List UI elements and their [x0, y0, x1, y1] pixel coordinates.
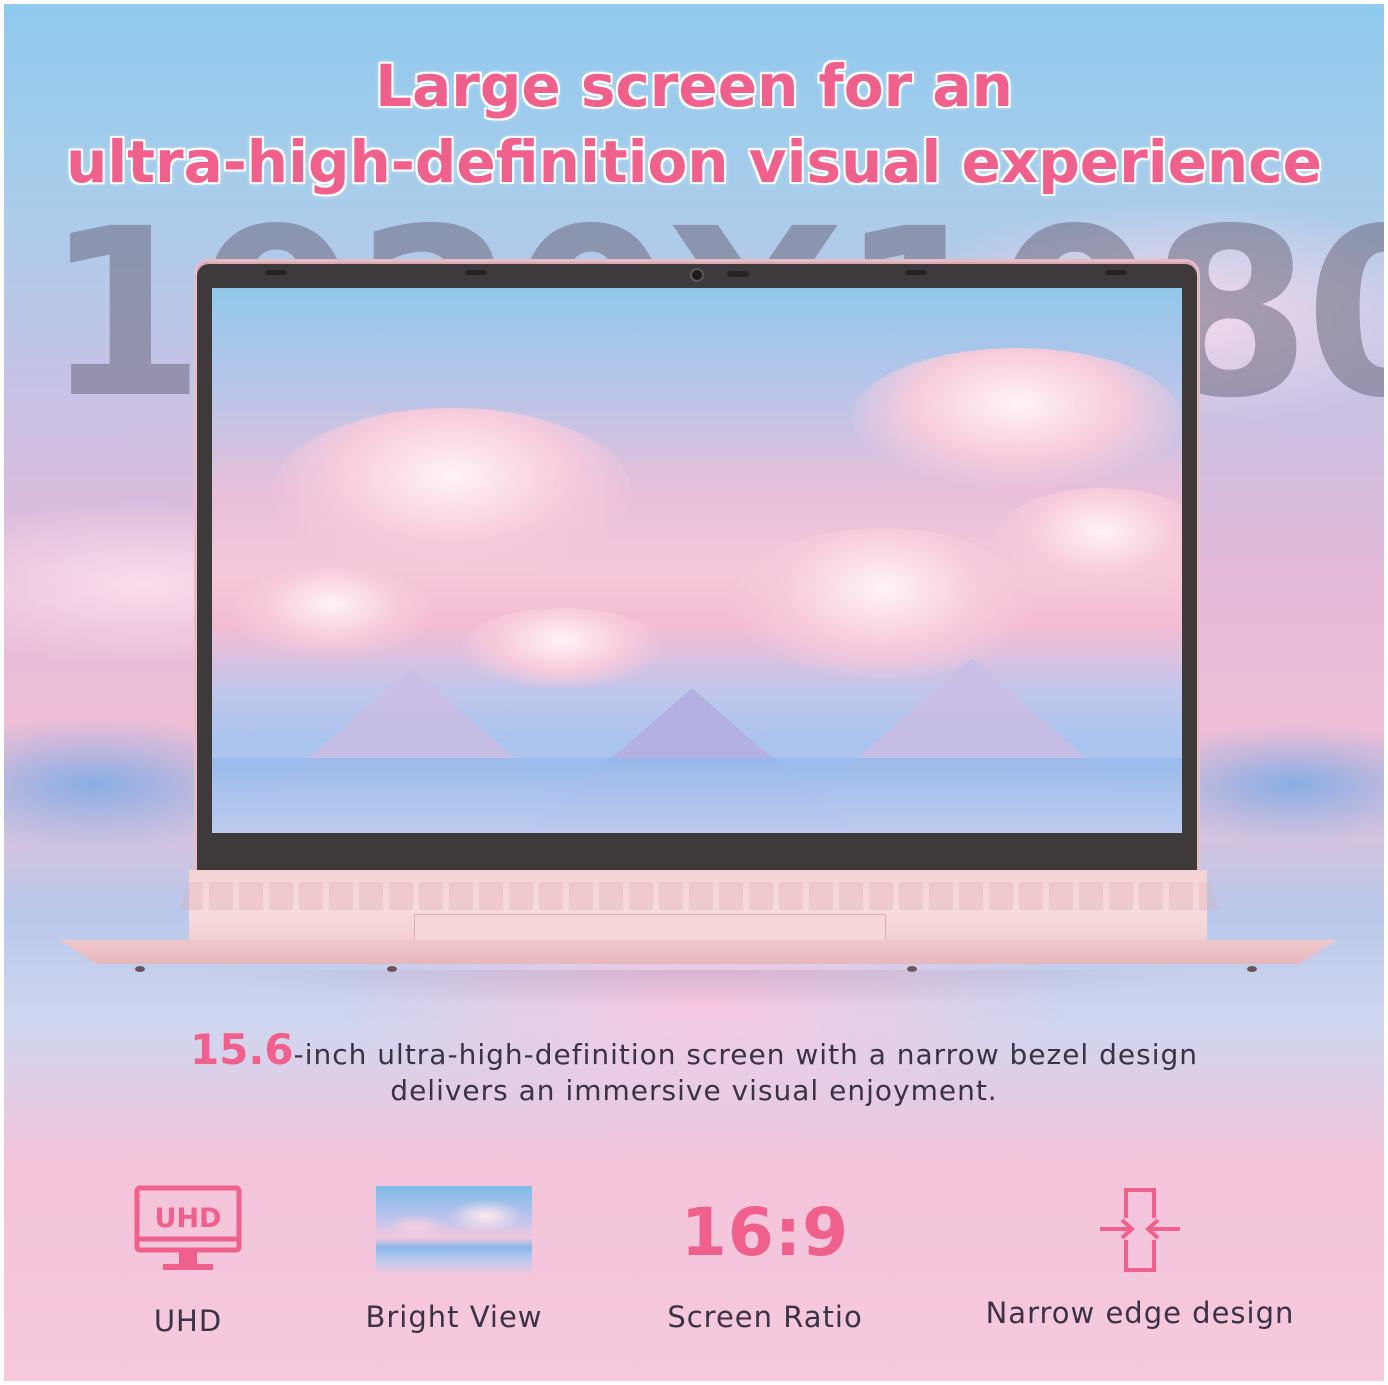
headline-line-2: ultra-high-definition visual experience	[66, 128, 1322, 196]
product-banner: 1920X1080 Large screen for an ultra-high…	[4, 4, 1384, 1381]
laptop-screen	[212, 288, 1182, 833]
description-line-1: 15.6-inch ultra-high-definition screen w…	[0, 1029, 1388, 1073]
feature-label-narrow-edge: Narrow edge design	[985, 1296, 1295, 1330]
webcam-icon	[692, 270, 702, 280]
cloud	[732, 528, 1032, 678]
keyboard	[179, 882, 1219, 910]
uhd-monitor-icon: UHD	[134, 1185, 242, 1270]
feature-narrow-edge: Narrow edge design	[980, 1178, 1300, 1338]
feature-label-bright-view: Bright View	[365, 1300, 543, 1334]
laptop-lid	[197, 262, 1197, 874]
feature-label-uhd: UHD	[153, 1304, 223, 1338]
cloud	[272, 408, 632, 578]
laptop-foot	[1247, 966, 1257, 972]
bezel-bumper	[465, 270, 487, 275]
description-line-2: delivers an immersive visual enjoyment.	[390, 1074, 998, 1107]
cloud	[852, 348, 1182, 488]
bezel-bumper	[905, 270, 927, 275]
cloud	[232, 568, 432, 658]
bezel-bumper	[265, 270, 287, 275]
bright-view-image	[376, 1186, 532, 1274]
screen-size-number: 15.6	[189, 1025, 294, 1074]
ratio-text: 16:9	[680, 1194, 850, 1271]
feature-screen-ratio: 16:9 Screen Ratio	[650, 1178, 880, 1338]
feature-uhd: UHD UHD	[118, 1178, 258, 1338]
screen-description: 15.6-inch ultra-high-definition screen w…	[0, 1029, 1388, 1109]
laptop-base	[59, 870, 1337, 1010]
snow-field	[212, 758, 1182, 833]
feature-bright-view: Bright View	[344, 1178, 564, 1338]
laptop-reflection	[199, 970, 1199, 1010]
headline: Large screen for an ultra-high-definitio…	[4, 48, 1384, 200]
uhd-icon-text: UHD	[155, 1203, 222, 1234]
description-line-1-rest: -inch ultra-high-definition screen with …	[293, 1038, 1199, 1071]
narrow-edge-icon	[1100, 1188, 1180, 1272]
laptop-front-edge	[59, 940, 1337, 964]
feature-label-screen-ratio: Screen Ratio	[667, 1300, 863, 1334]
bezel-bumper	[1105, 270, 1127, 275]
laptop-foot	[135, 966, 145, 972]
headline-line-1: Large screen for an	[375, 52, 1013, 120]
touchpad	[414, 914, 886, 943]
webcam-shutter	[727, 271, 749, 277]
